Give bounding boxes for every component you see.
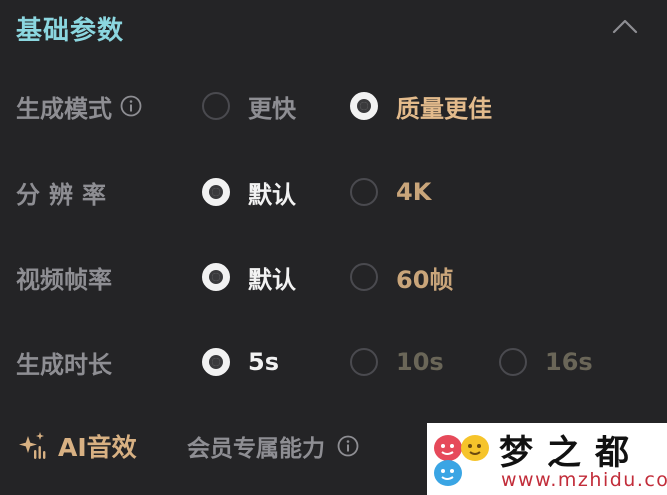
duration-label: 生成时长 (16, 350, 112, 379)
section-title: 基础参数 (16, 15, 125, 46)
info-icon[interactable] (337, 435, 359, 457)
resolution-option-default-label: 默认 (248, 180, 296, 209)
ai-sound-label: AI音效 (58, 433, 137, 462)
member-exclusive-label: 会员专属能力 (187, 436, 325, 462)
radio-faster[interactable] (202, 92, 230, 120)
radio-resolution-4k[interactable] (350, 178, 378, 206)
framerate-label: 视频帧率 (16, 265, 112, 294)
framerate-option-default-label: 默认 (248, 265, 296, 294)
info-icon[interactable] (120, 95, 142, 117)
radio-framerate-default[interactable] (202, 263, 230, 291)
resolution-label: 分辨率 (16, 180, 115, 209)
radio-framerate-60[interactable] (350, 263, 378, 291)
framerate-option-60-label: 60帧 (396, 265, 454, 294)
generation-mode-label: 生成模式 (16, 94, 112, 123)
radio-duration-5s[interactable] (202, 348, 230, 376)
duration-option-10s[interactable]: 10s (350, 342, 444, 382)
resolution-option-4k-label: 4K (396, 178, 432, 206)
mode-option-faster-label: 更快 (248, 94, 296, 123)
resolution-row: 分辨率 默认 4K (0, 172, 667, 212)
duration-option-5s-label: 5s (248, 348, 279, 376)
duration-row: 生成时长 5s 10s 16s (0, 342, 667, 382)
radio-duration-16s[interactable] (499, 348, 527, 376)
watermark: 梦之都 www.mzhidu.com (427, 423, 667, 495)
mode-option-faster[interactable]: 更快 (202, 86, 296, 126)
watermark-url: www.mzhidu.com (501, 469, 667, 491)
duration-option-10s-label: 10s (396, 348, 444, 376)
chevron-up-icon[interactable] (611, 16, 639, 36)
ai-sound-effect[interactable]: AI音效 (16, 426, 137, 466)
sparkle-music-icon (19, 432, 46, 459)
duration-option-16s-label: 16s (545, 348, 593, 376)
duration-option-5s[interactable]: 5s (202, 342, 279, 382)
watermark-logo-icon (434, 435, 489, 486)
generation-mode-row: 生成模式 更快 质量更佳 (0, 86, 667, 126)
duration-option-16s[interactable]: 16s (499, 342, 593, 382)
member-exclusive: 会员专属能力 (187, 426, 359, 466)
mode-option-quality[interactable]: 质量更佳 (350, 86, 492, 126)
section-header: 基础参数 (16, 8, 124, 48)
resolution-option-default[interactable]: 默认 (202, 172, 296, 212)
radio-quality[interactable] (350, 92, 378, 120)
radio-resolution-default[interactable] (202, 178, 230, 206)
radio-duration-10s[interactable] (350, 348, 378, 376)
framerate-row: 视频帧率 默认 60帧 (0, 257, 667, 297)
watermark-title: 梦之都 (499, 433, 643, 473)
framerate-option-60[interactable]: 60帧 (350, 257, 453, 297)
resolution-option-4k[interactable]: 4K (350, 172, 431, 212)
mode-option-quality-label: 质量更佳 (396, 94, 492, 123)
basic-params-panel: 基础参数 生成模式 更快 质量更佳 分辨率 默认 4K 视频帧率 默认 60帧 … (0, 0, 667, 495)
framerate-option-default[interactable]: 默认 (202, 257, 296, 297)
